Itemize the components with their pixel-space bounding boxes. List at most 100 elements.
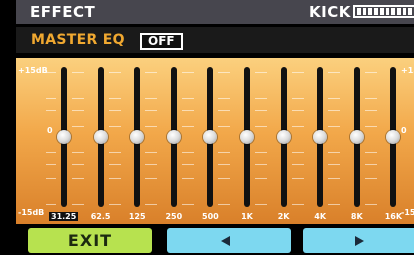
eq-band-label[interactable]: 500	[195, 212, 225, 221]
eq-gridline	[72, 126, 84, 127]
eq-slider-knob[interactable]	[166, 130, 181, 144]
eq-gridline	[181, 204, 194, 205]
eq-gridline	[328, 164, 341, 165]
eq-gridline	[46, 152, 56, 153]
eq-gridline	[364, 152, 377, 153]
eq-gridline	[364, 126, 377, 127]
eq-gridline	[46, 72, 56, 73]
eq-band-label[interactable]: 62.5	[86, 212, 116, 221]
eq-gridline	[72, 204, 84, 205]
eq-band-label[interactable]: 1K	[232, 212, 262, 221]
scale-top-right-label: +15	[401, 66, 414, 75]
eq-gridline	[291, 126, 304, 127]
eq-gridline	[291, 152, 304, 153]
eq-gridline	[181, 110, 194, 111]
eq-gridline	[218, 126, 231, 127]
eq-gridline	[255, 204, 267, 205]
eq-slider-knob[interactable]	[203, 130, 218, 144]
eq-gridline	[291, 98, 304, 99]
eq-slider-knob[interactable]	[93, 130, 108, 144]
scale-bottom-label: -15dB	[18, 208, 45, 217]
eq-gridline	[328, 152, 341, 153]
eq-gridline	[181, 72, 194, 73]
eq-slider-knob[interactable]	[130, 130, 145, 144]
eq-gridline	[364, 164, 377, 165]
eq-gridline	[218, 178, 231, 179]
eq-gridline	[108, 152, 121, 153]
eq-gridline	[46, 164, 56, 165]
eq-gridline	[72, 164, 84, 165]
eq-gridline	[291, 178, 304, 179]
eq-gridline	[181, 152, 194, 153]
arrow-right-icon	[355, 236, 364, 246]
level-meter-icon	[353, 5, 414, 18]
eq-gridline	[72, 152, 84, 153]
eq-slider-knob[interactable]	[386, 130, 401, 144]
footer-bar: EXIT	[16, 228, 414, 255]
eq-gridline	[46, 98, 56, 99]
eq-panel: +15dB 0 -15dB +15 0 -15 31.2562.51252505…	[16, 58, 414, 224]
eq-gridline	[108, 72, 121, 73]
eq-band-label[interactable]: 250	[159, 212, 189, 221]
eq-slider-knob[interactable]	[313, 130, 328, 144]
scale-mid-label: 0	[47, 126, 53, 135]
eq-on-off-switch[interactable]: OFF	[140, 33, 183, 50]
eq-gridline	[255, 178, 267, 179]
eq-gridline	[72, 178, 84, 179]
eq-band-label[interactable]: 8K	[342, 212, 372, 221]
eq-gridline	[364, 178, 377, 179]
eq-band-label[interactable]: 31.25	[49, 212, 79, 221]
eq-gridline	[364, 98, 377, 99]
eq-gridline	[181, 126, 194, 127]
eq-gridline	[328, 98, 341, 99]
eq-slider-knob[interactable]	[57, 130, 71, 144]
eq-gridline	[108, 178, 121, 179]
eq-gridline	[46, 110, 56, 111]
eq-gridline	[145, 126, 158, 127]
eq-gridline	[328, 72, 341, 73]
header-bar: EFFECT KICK	[16, 0, 414, 24]
eq-gridline	[255, 72, 267, 73]
next-button[interactable]	[303, 228, 414, 253]
eq-band-label[interactable]: 16K	[378, 212, 408, 221]
eq-slider-knob[interactable]	[276, 130, 291, 144]
eq-gridline	[145, 72, 158, 73]
eq-gridline	[145, 110, 158, 111]
eq-gridline	[145, 98, 158, 99]
scale-mid-right-label: 0	[401, 126, 407, 135]
arrow-left-icon	[221, 236, 230, 246]
eq-gridline	[145, 152, 158, 153]
eq-slider-knob[interactable]	[349, 130, 364, 144]
eq-gridline	[255, 110, 267, 111]
eq-gridline	[72, 98, 84, 99]
eq-gridline	[145, 178, 158, 179]
eq-gridline	[328, 126, 341, 127]
page-title: EFFECT	[30, 3, 96, 21]
eq-band-label[interactable]: 125	[122, 212, 152, 221]
kit-name: KICK	[309, 3, 351, 21]
eq-gridline	[181, 98, 194, 99]
eq-band-label[interactable]: 2K	[269, 212, 299, 221]
eq-gridline	[218, 72, 231, 73]
scale-top-label: +15dB	[18, 66, 48, 75]
eq-gridline	[218, 164, 231, 165]
exit-button[interactable]: EXIT	[28, 228, 152, 253]
eq-gridline	[181, 178, 194, 179]
subheader: MASTER EQ OFF	[16, 27, 414, 53]
eq-gridline	[108, 204, 121, 205]
eq-gridline	[108, 126, 121, 127]
eq-gridline	[218, 98, 231, 99]
eq-gridline	[364, 110, 377, 111]
eq-gridline	[218, 204, 231, 205]
eq-band-label[interactable]: 4K	[305, 212, 335, 221]
eq-gridline	[364, 72, 377, 73]
eq-gridline	[255, 164, 267, 165]
eq-gridline	[218, 152, 231, 153]
eq-gridline	[108, 110, 121, 111]
eq-slider-knob[interactable]	[240, 130, 254, 144]
master-eq-title: MASTER EQ	[31, 32, 125, 48]
eq-gridline	[255, 126, 267, 127]
eq-gridline	[255, 98, 267, 99]
previous-button[interactable]	[167, 228, 291, 253]
eq-gridline	[291, 164, 304, 165]
